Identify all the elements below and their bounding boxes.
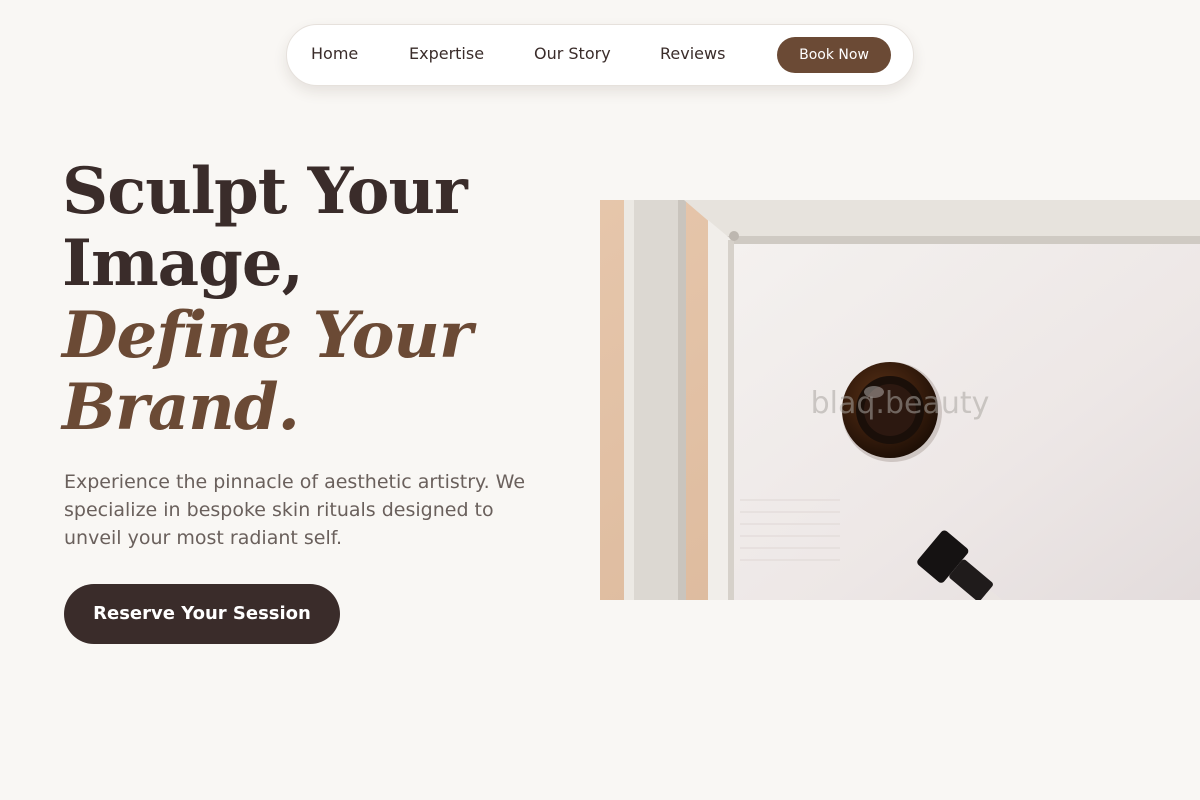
hero-subtitle: Experience the pinnacle of aesthetic art…	[64, 471, 526, 549]
reserve-session-button[interactable]: Reserve Your Session	[64, 584, 340, 644]
nav-link-our-story[interactable]: Our Story	[534, 44, 611, 64]
hero-title-line-1: Sculpt Your	[62, 154, 468, 229]
nav-link-reviews[interactable]: Reviews	[660, 44, 725, 64]
hero-title-line-2: Image,	[62, 226, 304, 301]
image-watermark: blaq.beauty	[810, 386, 990, 421]
nav-link-expertise[interactable]: Expertise	[409, 44, 484, 64]
hero-image: blaq.beauty	[600, 200, 1200, 600]
hero-accent-line-2: Brand.	[62, 370, 300, 445]
hero-accent-line-1: Define Your	[62, 298, 473, 373]
hero-title: Sculpt Your Image, Define Your Brand.	[62, 154, 473, 445]
nav-link-home[interactable]: Home	[311, 44, 358, 64]
main-nav: Home Expertise Our Story Reviews Book No…	[286, 24, 914, 86]
book-now-button[interactable]: Book Now	[777, 37, 891, 73]
